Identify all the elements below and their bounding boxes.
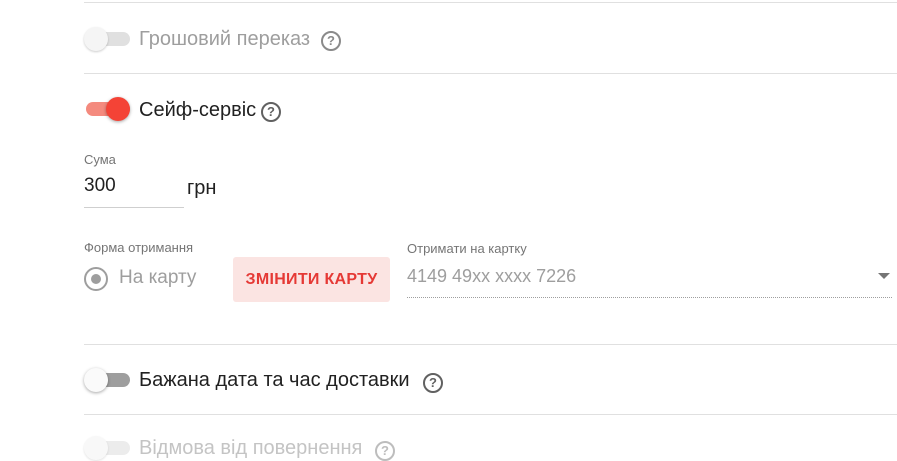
amount-caption: Сума <box>84 152 116 167</box>
money-transfer-toggle[interactable] <box>84 27 130 51</box>
divider <box>84 414 897 415</box>
toggle-thumb <box>84 368 108 392</box>
help-icon[interactable]: ? <box>261 102 281 122</box>
delivery-datetime-label: Бажана дата та час доставки <box>139 369 410 391</box>
card-select-caption: Отримати на картку <box>407 241 527 256</box>
help-icon[interactable]: ? <box>423 373 443 393</box>
return-refusal-toggle[interactable] <box>84 436 130 460</box>
receive-form-caption: Форма отримання <box>84 240 194 255</box>
delivery-datetime-toggle[interactable] <box>84 368 130 392</box>
help-icon[interactable]: ? <box>321 31 341 51</box>
divider <box>84 344 897 345</box>
toggle-thumb <box>106 97 130 121</box>
card-select[interactable]: 4149 49xx xxxx 7226 <box>407 263 892 298</box>
currency-label: грн <box>187 177 217 199</box>
chevron-down-icon <box>878 273 890 279</box>
on-card-label: На карту <box>119 267 197 288</box>
help-icon[interactable]: ? <box>375 441 395 461</box>
divider <box>84 73 897 74</box>
money-transfer-label: Грошовий переказ <box>139 28 311 50</box>
safe-service-toggle[interactable] <box>84 97 130 121</box>
card-select-value: 4149 49xx xxxx 7226 <box>407 266 577 286</box>
toggle-thumb <box>84 27 108 51</box>
radio-dot <box>91 274 101 284</box>
amount-input[interactable]: 300 <box>84 175 184 208</box>
toggle-thumb <box>84 436 108 460</box>
change-card-button[interactable]: ЗМІНИТИ КАРТУ <box>233 257 390 302</box>
safe-service-label: Сейф-сервіс <box>139 99 257 121</box>
top-divider <box>84 2 897 3</box>
on-card-radio[interactable] <box>84 267 108 291</box>
